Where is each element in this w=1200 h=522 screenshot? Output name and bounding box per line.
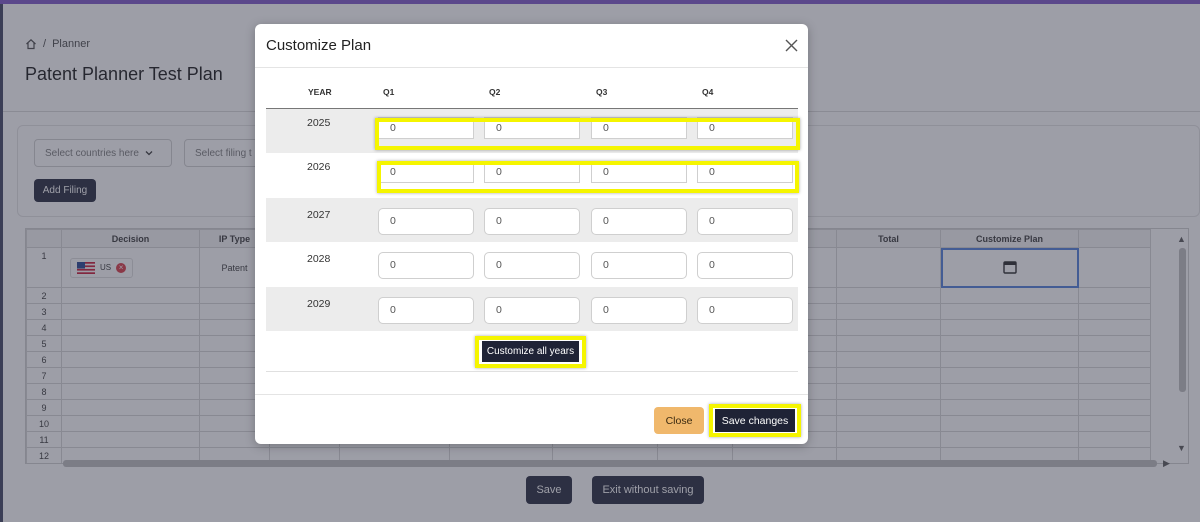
column-q1: Q1 — [383, 87, 395, 97]
column-year: YEAR — [308, 87, 332, 97]
q1-input-2029[interactable]: 0 — [378, 297, 474, 324]
year-label: 2025 — [307, 117, 331, 129]
q4-input-2026[interactable]: 0 — [697, 161, 793, 183]
plan-row-2028: 2028 0 0 0 0 — [266, 242, 798, 286]
year-label: 2026 — [307, 161, 331, 173]
year-label: 2027 — [307, 209, 331, 221]
customize-plan-modal: Customize Plan YEAR Q1 Q2 Q3 Q4 2025 0 0 0 0… — [255, 24, 808, 444]
q4-input-2025[interactable]: 0 — [697, 117, 793, 139]
modal-title: Customize Plan — [266, 37, 372, 54]
q2-input-2027[interactable]: 0 — [484, 208, 580, 235]
close-button[interactable]: Close — [654, 407, 704, 434]
column-q2: Q2 — [489, 87, 501, 97]
q4-input-2029[interactable]: 0 — [697, 297, 793, 324]
q3-input-2028[interactable]: 0 — [591, 252, 687, 279]
column-q3: Q3 — [596, 87, 608, 97]
save-changes-button[interactable]: Save changes — [715, 409, 795, 432]
q2-input-2029[interactable]: 0 — [484, 297, 580, 324]
q3-input-2026[interactable]: 0 — [591, 161, 687, 183]
q1-input-2026[interactable]: 0 — [378, 161, 474, 183]
q3-input-2029[interactable]: 0 — [591, 297, 687, 324]
q2-input-2025[interactable]: 0 — [484, 117, 580, 139]
q1-input-2027[interactable]: 0 — [378, 208, 474, 235]
close-icon[interactable] — [785, 39, 798, 52]
column-q4: Q4 — [702, 87, 714, 97]
modal-header-divider — [255, 67, 808, 68]
year-label: 2029 — [307, 298, 331, 310]
modal-body-divider — [266, 371, 798, 372]
year-label: 2028 — [307, 253, 331, 265]
modal-footer-divider — [255, 394, 808, 395]
customize-all-years-button[interactable]: Customize all years — [482, 341, 579, 362]
plan-row-2026: 2026 0 0 0 0 — [266, 153, 798, 197]
q1-input-2025[interactable]: 0 — [378, 117, 474, 139]
q2-input-2028[interactable]: 0 — [484, 252, 580, 279]
q3-input-2027[interactable]: 0 — [591, 208, 687, 235]
q4-input-2027[interactable]: 0 — [697, 208, 793, 235]
q2-input-2026[interactable]: 0 — [484, 161, 580, 183]
plan-row-2025: 2025 0 0 0 0 — [266, 109, 798, 153]
plan-row-2027: 2027 0 0 0 0 — [266, 198, 798, 242]
q1-input-2028[interactable]: 0 — [378, 252, 474, 279]
plan-row-2029: 2029 0 0 0 0 — [266, 287, 798, 331]
q4-input-2028[interactable]: 0 — [697, 252, 793, 279]
q3-input-2025[interactable]: 0 — [591, 117, 687, 139]
